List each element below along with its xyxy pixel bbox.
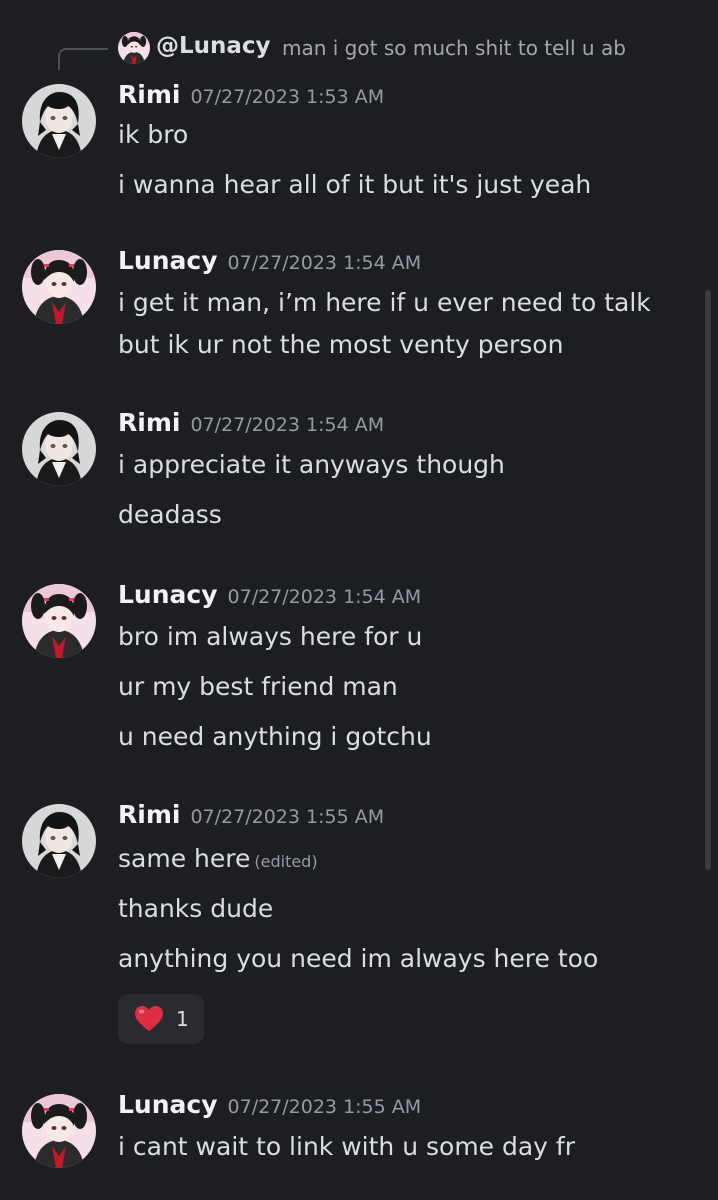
message-text: but ik ur not the most venty person [118, 330, 564, 359]
message-text: bro im always here for u [118, 622, 423, 651]
message-timestamp: 07/27/2023 1:55 AM [190, 806, 385, 828]
message-text: ik bro [118, 120, 189, 149]
message-text-edited: same here (edited) [118, 844, 318, 873]
message-text: i wanna hear all of it but it's just yea… [118, 170, 592, 199]
message-text: thanks dude [118, 894, 274, 923]
message-author[interactable]: Lunacy [118, 1090, 218, 1119]
edited-label: (edited) [254, 852, 318, 871]
message-author[interactable]: Rimi [118, 800, 180, 829]
reaction-count: 1 [176, 1007, 189, 1031]
message-text: deadass [118, 500, 222, 529]
message-text: same here [118, 844, 251, 873]
reply-author-avatar [118, 32, 150, 64]
message-text: anything you need im always here too [118, 944, 599, 973]
message-text: u need anything i gotchu [118, 722, 432, 751]
reply-preview[interactable]: @Lunacy man i got so much shit to tell u… [0, 30, 718, 70]
reply-connector-line [58, 48, 108, 70]
avatar[interactable] [22, 412, 96, 486]
scrollbar[interactable] [705, 290, 711, 870]
message-timestamp: 07/27/2023 1:55 AM [227, 1096, 422, 1118]
message-timestamp: 07/27/2023 1:54 AM [227, 586, 422, 608]
avatar[interactable] [22, 584, 96, 658]
message-timestamp: 07/27/2023 1:54 AM [227, 252, 422, 274]
message-text: i get it man, i’m here if u ever need to… [118, 288, 651, 317]
chat-message-list[interactable]: @Lunacy man i got so much shit to tell u… [0, 0, 718, 1200]
reply-preview-text[interactable]: man i got so much shit to tell u ab [282, 36, 626, 60]
avatar[interactable] [22, 84, 96, 158]
message-author[interactable]: Rimi [118, 80, 180, 109]
message-text: ur my best friend man [118, 672, 398, 701]
message-text: i appreciate it anyways though [118, 450, 505, 479]
reply-author-name[interactable]: @Lunacy [156, 33, 271, 59]
reaction-button[interactable]: 1 [118, 994, 204, 1044]
heart-emoji-icon [135, 1005, 163, 1032]
avatar[interactable] [22, 250, 96, 324]
message-text: i cant wait to link with u some day fr [118, 1132, 576, 1161]
message-author[interactable]: Rimi [118, 408, 180, 437]
message-author[interactable]: Lunacy [118, 580, 218, 609]
avatar[interactable] [22, 804, 96, 878]
message-author[interactable]: Lunacy [118, 246, 218, 275]
avatar[interactable] [22, 1094, 96, 1168]
message-timestamp: 07/27/2023 1:54 AM [190, 414, 385, 436]
message-timestamp: 07/27/2023 1:53 AM [190, 86, 385, 108]
